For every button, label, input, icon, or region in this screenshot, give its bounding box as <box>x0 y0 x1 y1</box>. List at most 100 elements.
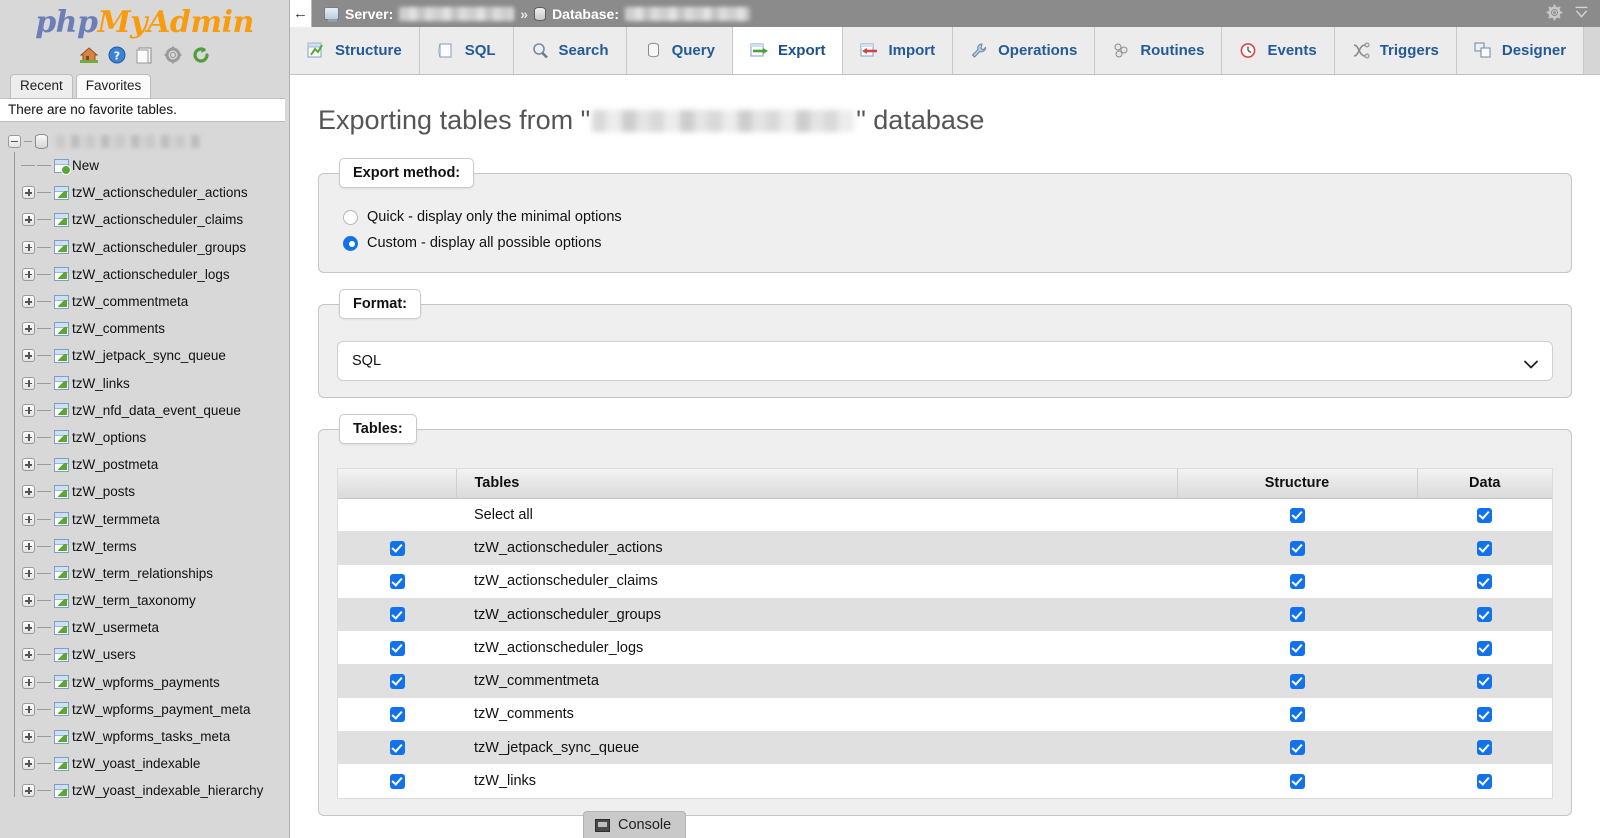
data-checkbox[interactable] <box>1477 540 1492 556</box>
table-row[interactable]: tzW_comments <box>338 697 1552 732</box>
expand-toggle-icon[interactable] <box>22 295 35 309</box>
data-cell[interactable] <box>1417 731 1552 764</box>
row-select-cell[interactable] <box>338 598 456 631</box>
home-icon[interactable] <box>79 45 99 65</box>
reload-icon[interactable] <box>191 45 211 65</box>
row-select-cell[interactable] <box>338 631 456 664</box>
data-checkbox[interactable] <box>1477 640 1492 656</box>
tree-item-tzW_actionscheduler_actions[interactable]: tzW_actionscheduler_actions <box>22 179 289 206</box>
expand-toggle-icon[interactable] <box>22 403 35 417</box>
structure-checkbox[interactable] <box>1289 773 1305 789</box>
expand-toggle-icon[interactable] <box>22 349 35 363</box>
docs-icon[interactable] <box>135 45 155 65</box>
tree-item-tzW_term_taxonomy[interactable]: tzW_term_taxonomy <box>22 587 289 614</box>
data-cell[interactable] <box>1417 531 1552 564</box>
tab-export[interactable]: Export <box>732 27 844 74</box>
tab-designer[interactable]: Designer <box>1456 27 1585 74</box>
expand-toggle-icon[interactable] <box>22 648 35 662</box>
format-select[interactable]: SQL <box>337 341 1553 381</box>
tree-item-new[interactable]: New <box>21 152 289 179</box>
structure-checkbox[interactable] <box>1289 740 1305 756</box>
expand-toggle-icon[interactable] <box>22 784 35 798</box>
structure-checkbox[interactable] <box>1289 640 1305 656</box>
data-cell[interactable] <box>1417 498 1552 531</box>
tab-routines[interactable]: Routines <box>1095 27 1223 74</box>
tree-item-tzW_postmeta[interactable]: tzW_postmeta <box>22 451 289 478</box>
row-select-checkbox[interactable] <box>389 707 405 723</box>
row-select-cell[interactable] <box>338 698 456 731</box>
tab-triggers[interactable]: Triggers <box>1334 27 1457 74</box>
expand-toggle-icon[interactable] <box>22 539 35 553</box>
data-checkbox[interactable] <box>1477 607 1492 623</box>
table-row[interactable]: tzW_actionscheduler_logs <box>338 631 1552 665</box>
data-checkbox[interactable] <box>1477 507 1492 523</box>
structure-checkbox[interactable] <box>1289 573 1305 589</box>
sidebar-tab-favorites[interactable]: Favorites <box>75 74 152 98</box>
radio-custom[interactable] <box>343 235 358 251</box>
console-bar[interactable]: Console <box>583 811 687 838</box>
tab-events[interactable]: Events <box>1222 27 1335 74</box>
collapse-toggle-icon[interactable] <box>8 134 21 148</box>
structure-cell[interactable] <box>1177 631 1417 664</box>
data-checkbox[interactable] <box>1477 573 1492 589</box>
row-select-cell[interactable] <box>338 664 456 697</box>
tree-item-tzW_posts[interactable]: tzW_posts <box>22 478 289 505</box>
expand-toggle-icon[interactable] <box>22 376 35 390</box>
collapse-icon[interactable] <box>1573 4 1590 24</box>
table-row[interactable]: tzW_jetpack_sync_queue <box>338 731 1552 765</box>
tree-item-tzW_actionscheduler_groups[interactable]: tzW_actionscheduler_groups <box>22 234 289 261</box>
settings-gear-icon[interactable] <box>163 45 183 65</box>
expand-toggle-icon[interactable] <box>22 702 35 716</box>
tree-item-tzW_comments[interactable]: tzW_comments <box>22 315 289 342</box>
row-select-checkbox[interactable] <box>389 740 405 756</box>
data-checkbox[interactable] <box>1477 673 1492 689</box>
tab-import[interactable]: Import <box>843 27 954 74</box>
tab-search[interactable]: Search <box>513 27 627 74</box>
structure-cell[interactable] <box>1177 664 1417 697</box>
tree-item-tzW_options[interactable]: tzW_options <box>22 424 289 451</box>
tree-item-tzW_yoast_indexable[interactable]: tzW_yoast_indexable <box>22 750 289 777</box>
tree-item-tzW_actionscheduler_claims[interactable]: tzW_actionscheduler_claims <box>22 206 289 233</box>
expand-toggle-icon[interactable] <box>22 757 35 771</box>
tree-item-tzW_term_relationships[interactable]: tzW_term_relationships <box>22 560 289 587</box>
row-select-cell[interactable] <box>338 565 456 598</box>
expand-toggle-icon[interactable] <box>22 730 35 744</box>
structure-checkbox[interactable] <box>1289 540 1305 556</box>
data-cell[interactable] <box>1417 565 1552 598</box>
table-row[interactable]: tzW_actionscheduler_claims <box>338 564 1552 598</box>
tree-item-tzW_nfd_data_event_queue[interactable]: tzW_nfd_data_event_queue <box>22 397 289 424</box>
row-select-checkbox[interactable] <box>389 640 405 656</box>
tree-item-tzW_users[interactable]: tzW_users <box>22 641 289 668</box>
tree-item-tzW_terms[interactable]: tzW_terms <box>22 533 289 560</box>
row-select-checkbox[interactable] <box>389 773 405 789</box>
tree-item-tzW_links[interactable]: tzW_links <box>22 370 289 397</box>
structure-cell[interactable] <box>1177 498 1417 531</box>
data-checkbox[interactable] <box>1477 740 1492 756</box>
structure-checkbox[interactable] <box>1289 507 1305 523</box>
tree-item-tzW_yoast_indexable_hierarchy[interactable]: tzW_yoast_indexable_hierarchy <box>22 777 289 804</box>
expand-toggle-icon[interactable] <box>22 512 35 526</box>
table-row[interactable]: tzW_commentmeta <box>338 664 1552 698</box>
expand-toggle-icon[interactable] <box>22 675 35 689</box>
table-row[interactable]: tzW_links <box>338 764 1552 798</box>
expand-toggle-icon[interactable] <box>22 458 35 472</box>
back-button[interactable]: ← <box>290 0 312 27</box>
tree-item-tzW_wpforms_payments[interactable]: tzW_wpforms_payments <box>22 669 289 696</box>
expand-toggle-icon[interactable] <box>22 485 35 499</box>
expand-toggle-icon[interactable] <box>22 566 35 580</box>
structure-cell[interactable] <box>1177 731 1417 764</box>
row-select-checkbox[interactable] <box>389 607 405 623</box>
row-select-cell[interactable] <box>338 764 456 797</box>
tree-item-tzW_termmeta[interactable]: tzW_termmeta <box>22 505 289 532</box>
tree-item-tzW_jetpack_sync_queue[interactable]: tzW_jetpack_sync_queue <box>22 342 289 369</box>
export-method-option-quick[interactable]: Quick - display only the minimal options <box>343 204 1553 230</box>
tree-root-database[interactable] <box>0 130 289 152</box>
data-checkbox[interactable] <box>1477 707 1492 723</box>
data-cell[interactable] <box>1417 764 1552 797</box>
data-cell[interactable] <box>1417 698 1552 731</box>
row-select-checkbox[interactable] <box>389 573 405 589</box>
structure-cell[interactable] <box>1177 598 1417 631</box>
structure-checkbox[interactable] <box>1289 673 1305 689</box>
row-select-checkbox[interactable] <box>389 673 405 689</box>
expand-toggle-icon[interactable] <box>22 322 35 336</box>
